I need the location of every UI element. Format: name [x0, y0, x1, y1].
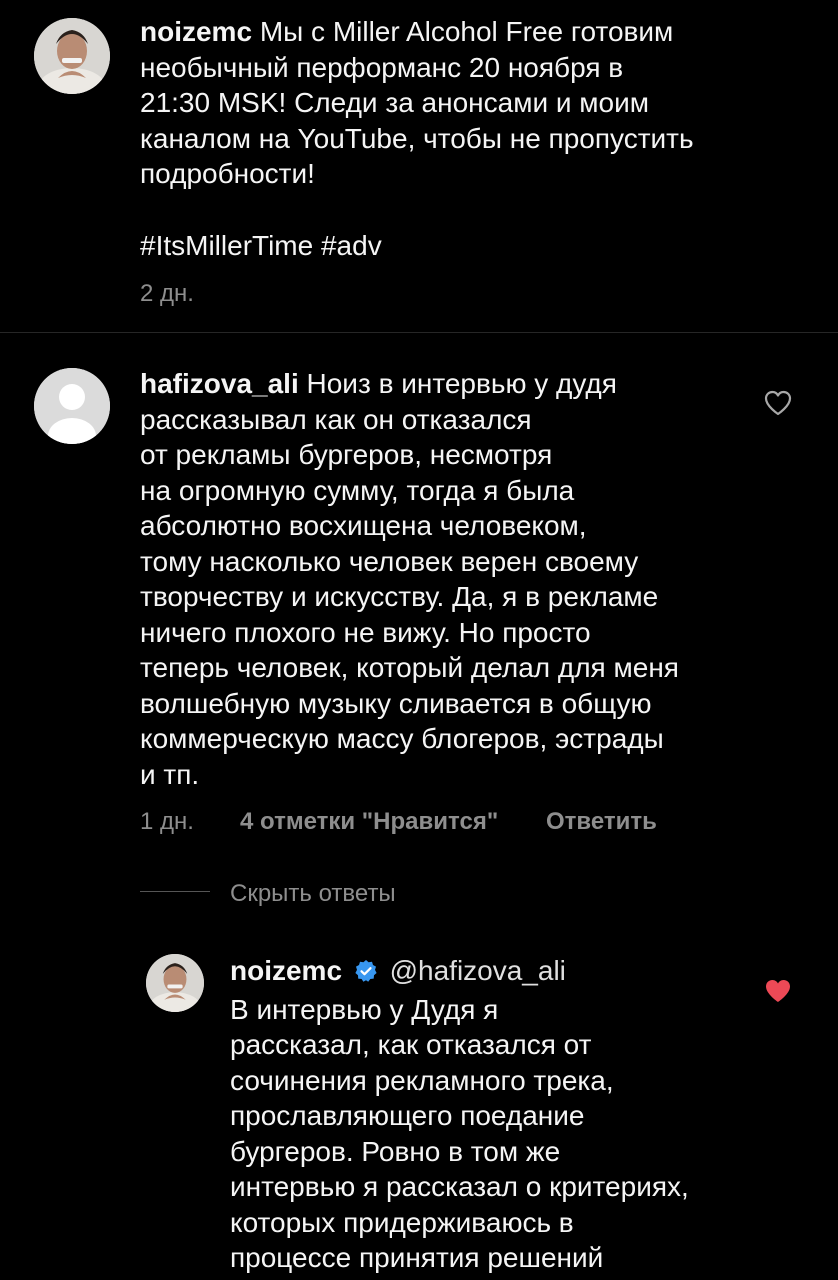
comment-line: абсолютно восхищена человеком,	[140, 510, 587, 541]
comment-line: ничего плохого не вижу. Но просто	[140, 616, 591, 648]
comment-line: и тп.	[140, 758, 200, 790]
replies-line	[140, 891, 210, 892]
section-divider	[0, 332, 838, 333]
avatar-noizemc[interactable]	[34, 18, 110, 94]
comment-line: коммерческую массу блогеров, эстрады	[140, 723, 664, 754]
caption-time: 2 дн.	[140, 280, 194, 307]
reply-text: noizemc @hafizova_ali В интервью у Дудя …	[230, 953, 750, 1276]
comment-likes-count[interactable]: 4 отметки "Нравится"	[240, 808, 498, 835]
caption-line: подробности!	[140, 158, 315, 189]
comment-line: тому насколько человек верен своему	[140, 545, 639, 577]
comment-line: теперь человек, который делал для меня	[140, 652, 679, 683]
reply-line: процессе принятия решений	[230, 1242, 604, 1273]
avatar-noizemc-reply[interactable]	[146, 954, 204, 1012]
reply-username[interactable]: noizemc	[230, 955, 342, 986]
caption-username[interactable]: noizemc	[140, 16, 252, 47]
caption-line: Мы с Miller Alcohol Free готовим	[259, 16, 674, 47]
comment-text: hafizova_ali Ноиз в интервью у дудя расс…	[140, 366, 760, 792]
liked-heart-icon[interactable]	[764, 978, 792, 1004]
caption-line: необычный перформанс 20 ноября в	[140, 51, 624, 83]
reply-line: бургеров. Ровно в том же	[230, 1135, 561, 1167]
caption-line: каналом на YouTube, чтобы не пропустить	[140, 122, 694, 154]
comment-line: от рекламы бургеров, несмотря	[140, 439, 553, 470]
reply-mention[interactable]: @hafizova_ali	[390, 955, 566, 986]
reply-line: прославляющего поедание	[230, 1100, 585, 1131]
reply-line: сочинения рекламного трека,	[230, 1064, 614, 1096]
caption-text: noizemc Мы с Miller Alcohol Free готовим…	[140, 14, 820, 192]
comment-line: творчеству и искусству. Да, я в рекламе	[140, 581, 659, 612]
comment-time: 1 дн.	[140, 808, 194, 835]
caption-line: 21:30 MSK! Следи за анонсами и моим	[140, 87, 649, 118]
avatar-image	[34, 18, 110, 94]
avatar-image	[146, 954, 204, 1012]
comment-username[interactable]: hafizova_ali	[140, 368, 299, 399]
like-heart-icon[interactable]	[764, 390, 792, 416]
reply-line: В интервью у Дудя я	[230, 993, 499, 1025]
avatar-hafizova-ali[interactable]	[34, 368, 110, 444]
reply-button[interactable]: Ответить	[546, 808, 657, 835]
hide-replies-button[interactable]: Скрыть ответы	[230, 880, 396, 908]
comment-line: волшебную музыку сливается в общую	[140, 687, 652, 719]
reply-line: интервью я рассказал о критериях,	[230, 1171, 689, 1202]
caption-hashtags[interactable]: #ItsMillerTime #adv	[140, 228, 382, 264]
reply-line: которых придерживаюсь в	[230, 1206, 574, 1238]
verified-badge-icon	[354, 956, 378, 992]
comment-line: Ноиз в интервью у дудя	[306, 368, 617, 399]
reply-line: рассказал, как отказался от	[230, 1029, 592, 1060]
comment-line: рассказывал как он отказался	[140, 403, 532, 435]
default-avatar-icon	[34, 368, 110, 444]
comment-line: на огромную сумму, тогда я была	[140, 474, 575, 506]
